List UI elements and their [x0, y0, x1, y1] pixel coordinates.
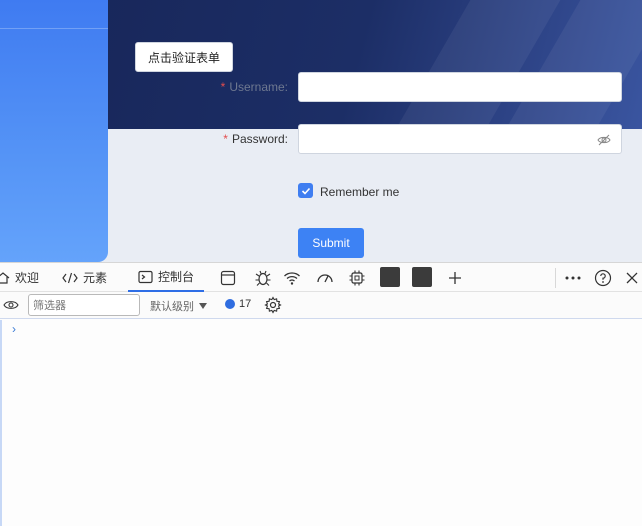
tab-elements-label: 元素 [83, 271, 108, 285]
close-icon[interactable] [622, 268, 642, 288]
username-label: * Username: [148, 80, 288, 94]
message-count[interactable]: 17 [225, 298, 251, 310]
console-prompt[interactable]: › [12, 322, 16, 336]
wifi-icon[interactable] [282, 268, 302, 288]
check-icon [301, 187, 310, 195]
required-mark: * [220, 80, 226, 94]
tab-console[interactable]: 控制台 [128, 263, 205, 292]
devtools-tabbar: 欢迎 元素 控制台 [0, 263, 642, 292]
toolbar-separator [555, 268, 556, 288]
tab-console-label: 控制台 [158, 270, 195, 284]
validate-form-button[interactable]: 点击验证表单 [135, 42, 233, 72]
help-icon[interactable] [593, 268, 613, 288]
home-icon [0, 271, 10, 284]
panel-divider [0, 28, 108, 29]
password-label: * Password: [148, 132, 288, 146]
more-icon[interactable] [563, 268, 583, 288]
console-icon [138, 270, 153, 283]
message-icon [225, 299, 235, 309]
required-mark: * [223, 132, 228, 146]
sources-icon[interactable] [218, 268, 238, 288]
username-input[interactable] [298, 72, 622, 102]
remember-checkbox[interactable] [298, 183, 313, 198]
caret-down-icon [199, 303, 207, 309]
web-page: 点击验证表单 * Username: * Password: Remember me… [0, 0, 642, 262]
eye-icon[interactable] [1, 295, 21, 315]
bug-icon[interactable] [253, 268, 273, 288]
password-input[interactable] [298, 124, 622, 154]
console-output[interactable]: › [0, 320, 642, 526]
devtools-panel: 欢迎 元素 控制台 筛选器 默认级别 17 › [0, 262, 642, 526]
username-label-text: Username: [229, 80, 288, 94]
panel-a[interactable] [380, 267, 400, 287]
tab-welcome-label: 欢迎 [15, 271, 40, 285]
eye-off-icon[interactable] [597, 133, 611, 147]
performance-icon[interactable] [315, 268, 335, 288]
plus-icon[interactable] [445, 268, 465, 288]
submit-button[interactable]: Submit [298, 228, 364, 258]
panel-b[interactable] [412, 267, 432, 287]
console-filter-input[interactable] [28, 294, 140, 316]
password-label-text: Password: [231, 132, 288, 146]
left-side-panel [0, 0, 108, 262]
code-icon [62, 272, 78, 283]
tab-welcome[interactable]: 欢迎 [0, 263, 39, 292]
console-filterbar: 默认级别 17 [0, 292, 642, 319]
log-level-label: 默认级别 [150, 300, 194, 313]
gear-icon[interactable] [263, 295, 283, 315]
remember-label: Remember me [320, 185, 400, 199]
message-count-value: 17 [239, 298, 252, 310]
cpu-icon[interactable] [347, 268, 367, 288]
tab-elements[interactable]: 元素 [62, 263, 107, 292]
log-level-select[interactable]: 默认级别 [150, 298, 208, 314]
